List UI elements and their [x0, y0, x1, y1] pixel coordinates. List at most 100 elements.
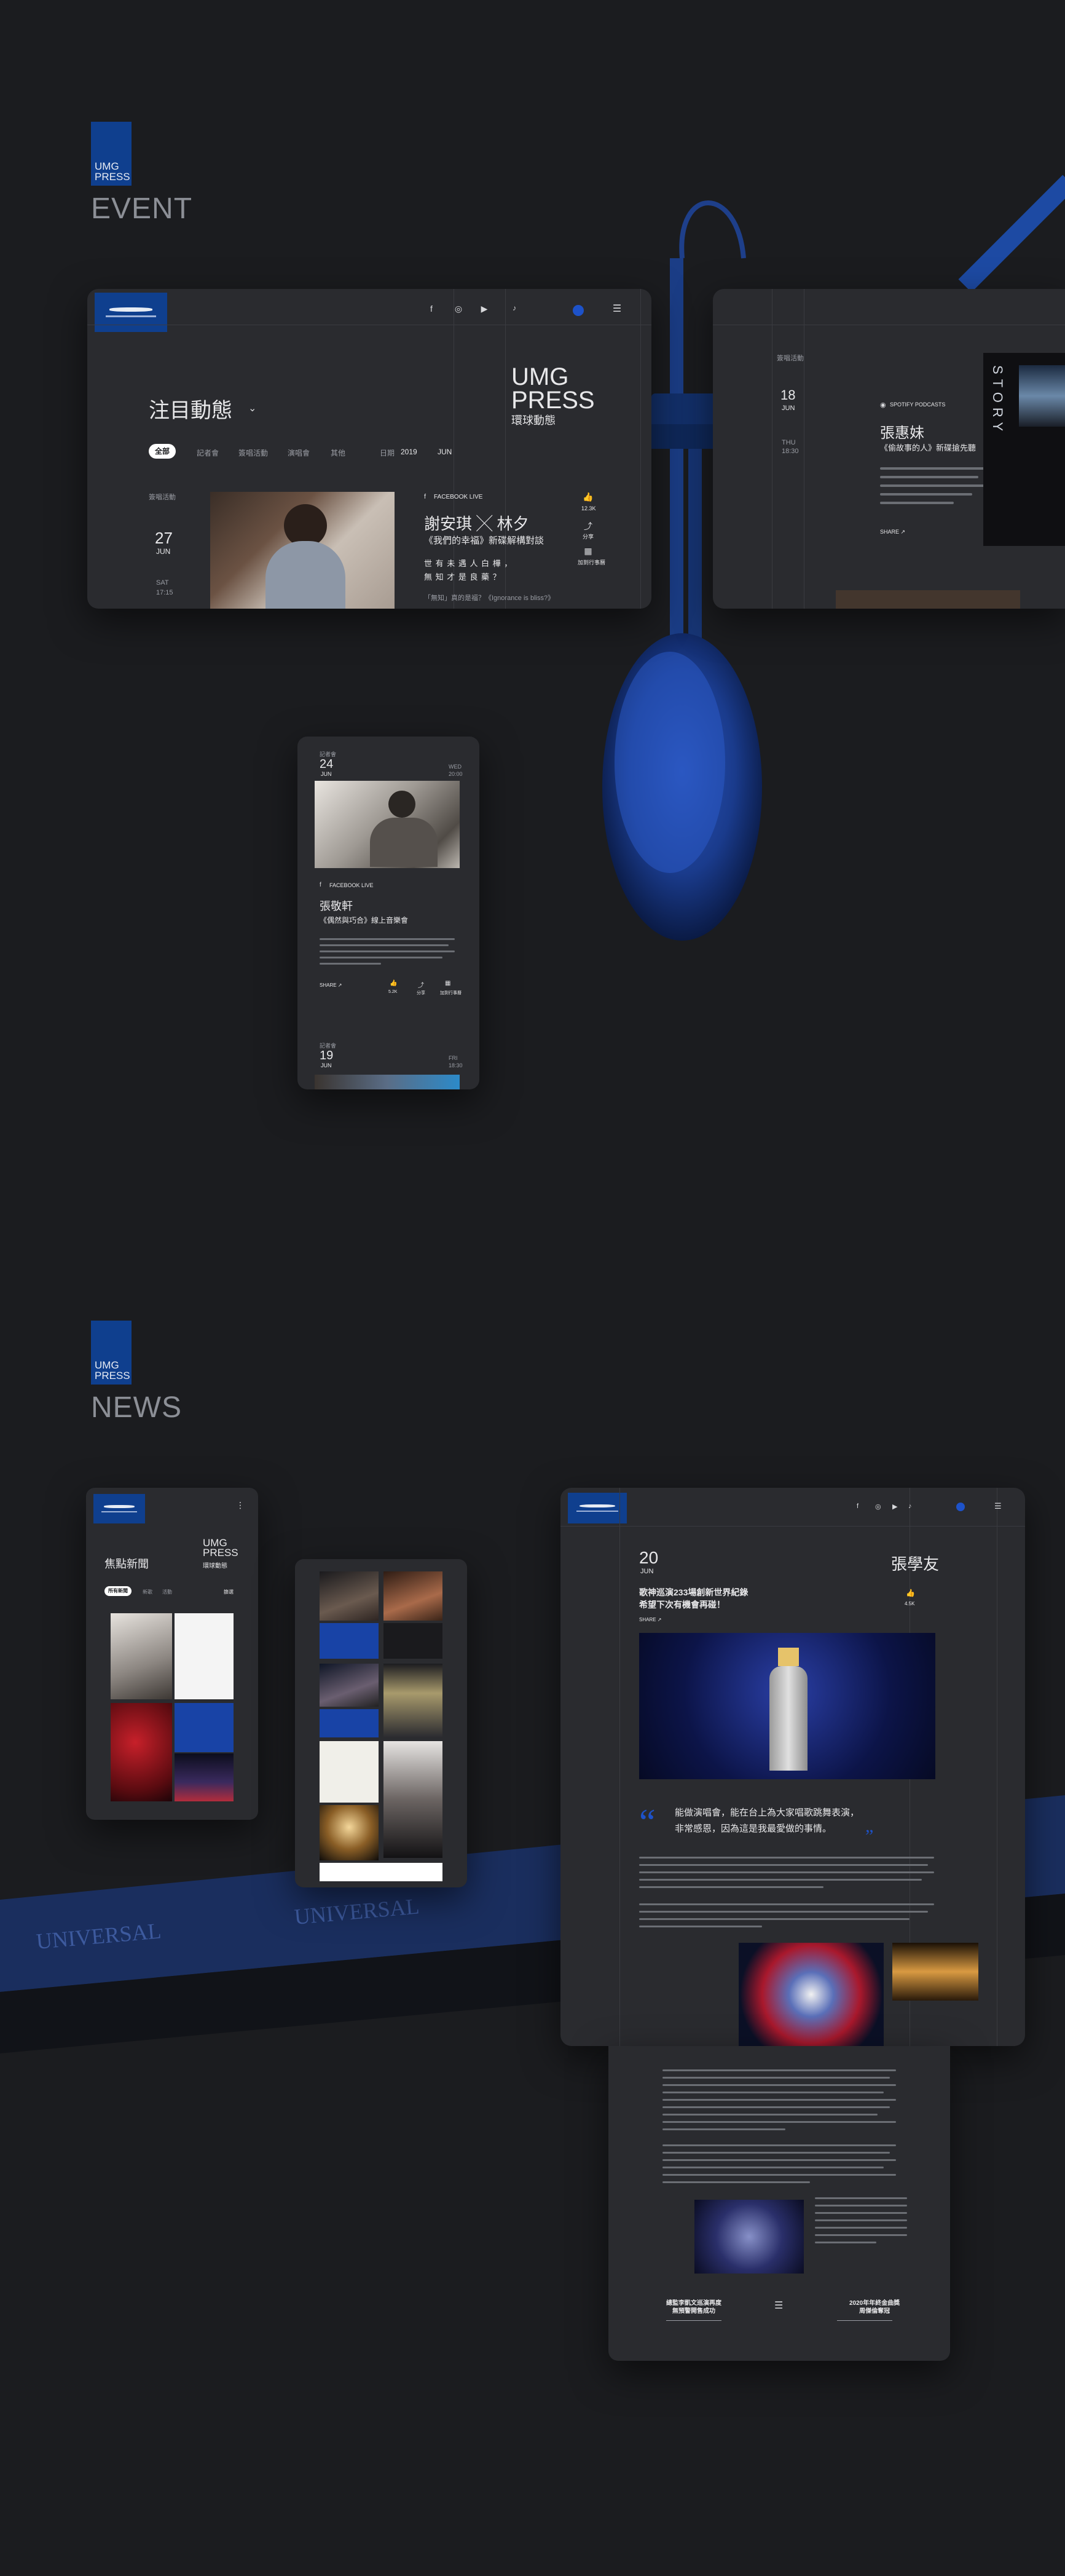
news-thumb[interactable] — [383, 1664, 442, 1737]
youtube-icon[interactable]: ▶ — [478, 304, 490, 314]
youtube-icon[interactable]: ▶ — [892, 1503, 897, 1511]
menu-icon[interactable]: ⋮ — [236, 1500, 245, 1511]
article-hero-photo[interactable] — [639, 1633, 935, 1779]
like-icon[interactable]: 👍 — [906, 1589, 915, 1597]
news-item[interactable] — [320, 1623, 379, 1659]
article-photo[interactable] — [739, 1943, 884, 2046]
share-label: 分享 — [417, 991, 425, 995]
event-title[interactable]: 謝安琪 ╳ 林夕 — [424, 512, 529, 534]
prev-article-link[interactable]: 總監李凱文巡演再度 無預警開售成功 — [666, 2299, 721, 2315]
news-thumb[interactable] — [320, 1805, 379, 1860]
event-quote: 世 有 未 遇 人 白 樺 ， 無 知 才 是 良 藥 ？ — [424, 559, 513, 582]
universal-logo[interactable] — [95, 293, 167, 332]
account-icon[interactable] — [956, 1503, 965, 1511]
tab-new-songs[interactable]: 新歌 — [143, 1589, 152, 1595]
menu-icon[interactable]: ☰ — [611, 302, 623, 315]
brand-title: UMG PRESS — [511, 363, 595, 414]
menu-icon[interactable]: ☰ — [994, 1501, 1002, 1511]
like-count: 12.3K — [581, 505, 596, 512]
like-count: 5.2K — [388, 990, 398, 994]
instagram-icon[interactable]: ◎ — [452, 304, 465, 314]
event-title[interactable]: 張敬軒 — [320, 898, 353, 914]
event-mobile-card: 記者會 24 JUN WED 20:00 f FACEBOOK LIVE 張敬軒… — [297, 737, 479, 1089]
event-desktop-card: f ◎ ▶ ♪ ☰ UMG PRESS 環球動態 注目動態 ⌄ 全部 記者會 簽… — [87, 289, 651, 609]
event-month: JUN — [782, 405, 795, 412]
event-day: 27 — [155, 529, 173, 547]
event-month: JUN — [321, 1062, 332, 1069]
tab-all-news[interactable]: 所有新聞 — [104, 1586, 132, 1596]
calendar-icon[interactable]: ▦ — [445, 980, 450, 987]
brand-subtitle: 環球動態 — [203, 1563, 227, 1570]
filter-tab[interactable]: 記者會 — [197, 448, 219, 458]
tab-events[interactable]: 活動 — [162, 1589, 172, 1595]
linemusic-icon[interactable]: ♪ — [505, 304, 524, 312]
facebook-icon: f — [320, 882, 321, 888]
news-thumb[interactable] — [175, 1753, 234, 1801]
instagram-icon[interactable]: ◎ — [875, 1503, 881, 1511]
share-link[interactable]: SHARE ↗ — [639, 1617, 662, 1622]
event-category: 簽唱活動 — [149, 494, 176, 501]
spotify-icon: ◉ — [880, 401, 886, 409]
share-icon[interactable]: ⤴ — [581, 520, 595, 532]
facebook-icon[interactable]: f — [425, 304, 438, 314]
filter-tab[interactable]: 演唱會 — [288, 448, 310, 458]
calendar-icon[interactable]: ▦ — [581, 546, 595, 556]
article-photo[interactable] — [892, 1943, 978, 2001]
page-title: 焦點新聞 — [104, 1558, 149, 1570]
filter-tab-all[interactable]: 全部 — [149, 444, 176, 459]
share-link[interactable]: SHARE ↗ — [320, 982, 342, 988]
event-day: 18 — [780, 387, 796, 403]
event-photo[interactable] — [315, 781, 460, 868]
news-thumb[interactable] — [320, 1664, 379, 1707]
news-item[interactable] — [175, 1613, 234, 1699]
news-thumb[interactable] — [383, 1571, 442, 1621]
news-thumb[interactable] — [111, 1613, 172, 1699]
like-count: 4.5K — [905, 1601, 915, 1606]
like-icon[interactable]: 👍 — [581, 492, 595, 502]
article-artist: 張學友 — [891, 1555, 940, 1573]
universal-logo[interactable] — [568, 1493, 627, 1523]
news-item[interactable] — [383, 1623, 442, 1659]
filter-button[interactable]: 篩選 — [224, 1589, 234, 1595]
month-select[interactable]: JUN — [438, 448, 452, 456]
article-quote: 能做演唱會，能在台上為大家唱歌跳舞表演， 非常感恩，因為這是我最愛做的事情。 — [675, 1808, 860, 1834]
news-article-card: f ◎ ▶ ♪ ☰ 20 JUN 張學友 歌神巡演233場創新世界紀錄 希望下次… — [560, 1488, 1025, 2046]
linemusic-icon[interactable]: ♪ — [908, 1503, 912, 1510]
event-subtitle: 《偷故事的人》新碟搶先聽 — [880, 443, 977, 452]
share-link[interactable]: SHARE ↗ — [880, 529, 905, 535]
event-photo[interactable] — [210, 492, 395, 609]
news-item[interactable] — [175, 1703, 234, 1752]
year-select[interactable]: 2019 — [401, 448, 417, 456]
event-title[interactable]: 張惠妹 — [880, 421, 924, 442]
event-weekday: FRI — [449, 1055, 458, 1061]
news-grid-card — [295, 1559, 467, 1887]
calendar-label: 加到行事曆 — [578, 559, 606, 566]
list-icon[interactable]: ☰ — [774, 2299, 783, 2312]
filter-tab[interactable]: 簽唱活動 — [238, 448, 268, 458]
news-item[interactable] — [320, 1709, 379, 1737]
event-tag: SPOTIFY PODCASTS — [890, 401, 946, 408]
universal-logo[interactable] — [93, 1494, 145, 1523]
event-month: JUN — [156, 547, 171, 556]
event-time: 18:30 — [782, 448, 799, 455]
facebook-icon[interactable]: f — [857, 1503, 859, 1510]
account-icon[interactable] — [573, 305, 584, 316]
filter-tab[interactable]: 其他 — [331, 448, 345, 458]
news-thumb[interactable] — [320, 1571, 379, 1621]
like-icon[interactable]: 👍 — [390, 980, 397, 987]
news-mobile-card: ⋮ 焦點新聞 UMG PRESS 環球動態 所有新聞 新歌 活動 篩選 — [86, 1488, 258, 1820]
chevron-down-icon[interactable]: ⌄ — [248, 402, 256, 414]
date-label: 日期 — [380, 449, 395, 457]
quote-icon: “ — [639, 1802, 656, 1843]
news-thumb[interactable] — [383, 1741, 442, 1858]
quote-close-icon: ” — [865, 1826, 874, 1846]
story-cover[interactable]: STORY — [983, 353, 1065, 546]
news-thumb[interactable] — [111, 1703, 172, 1801]
article-photo[interactable] — [694, 2200, 804, 2274]
brand-subtitle: 環球動態 — [511, 414, 556, 427]
share-icon[interactable]: ⤴ — [418, 980, 424, 989]
next-article-link[interactable]: 2020年年終金曲獎 周傑倫奪冠 — [849, 2299, 900, 2315]
section-label-event: EVENT — [91, 192, 193, 225]
news-item[interactable] — [320, 1741, 379, 1803]
news-item[interactable] — [320, 1863, 442, 1881]
